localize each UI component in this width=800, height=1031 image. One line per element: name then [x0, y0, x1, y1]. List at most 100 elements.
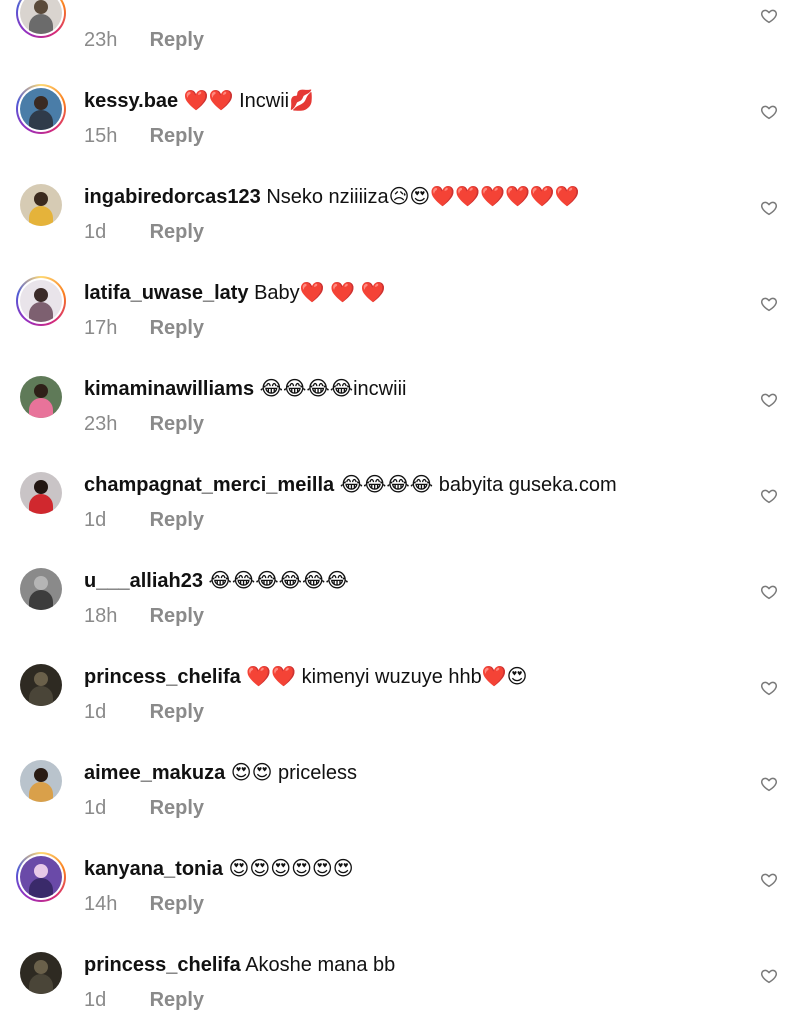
comment-text: ❤️❤️ Incwii💋 — [183, 90, 314, 112]
reply-button[interactable]: Reply — [150, 797, 204, 819]
avatar[interactable] — [16, 372, 66, 422]
reply-button[interactable]: Reply — [150, 413, 204, 435]
avatar-head — [34, 0, 48, 14]
heart-outline-icon[interactable] — [760, 295, 778, 313]
avatar-head — [34, 576, 48, 590]
comment-username[interactable]: kanyana_tonia — [84, 858, 223, 880]
comment-meta: 1d Reply — [84, 507, 204, 533]
comment-row: u___alliah23 😂😂😂😂😂😂 18h Reply — [0, 551, 800, 647]
reply-button[interactable]: Reply — [150, 317, 204, 339]
avatar-figure — [29, 686, 53, 706]
avatar-figure — [29, 398, 53, 418]
avatar[interactable] — [16, 852, 66, 902]
avatar[interactable] — [16, 0, 66, 38]
heart-outline-icon[interactable] — [760, 583, 778, 601]
avatar-head — [34, 288, 48, 302]
avatar-image — [20, 376, 62, 418]
avatar[interactable] — [16, 564, 66, 614]
avatar-figure — [29, 878, 53, 898]
avatar-ring — [16, 948, 66, 998]
comments-list: 23h Reply kessy.bae ❤️❤️ Incwii💋 15h Rep… — [0, 0, 800, 1031]
comment-username[interactable]: ingabiredorcas123 — [84, 186, 261, 208]
reply-button[interactable]: Reply — [150, 509, 204, 531]
reply-button[interactable]: Reply — [150, 989, 204, 1011]
heart-outline-icon[interactable] — [760, 199, 778, 217]
comment-timestamp: 18h — [84, 605, 118, 627]
heart-outline-icon[interactable] — [760, 775, 778, 793]
comment-text: Akoshe mana bb — [245, 954, 396, 976]
comment-body: princess_chelifa Akoshe mana bb — [84, 951, 395, 979]
comment-username[interactable]: princess_chelifa — [84, 954, 241, 976]
heart-outline-icon[interactable] — [760, 487, 778, 505]
avatar-figure — [29, 14, 53, 34]
avatar-figure — [29, 206, 53, 226]
comment-row: kanyana_tonia 😍😍😍😍😍😍 14h Reply — [0, 839, 800, 935]
comment-username[interactable]: kessy.bae — [84, 90, 178, 112]
comment-timestamp: 1d — [84, 221, 107, 243]
avatar-image — [20, 952, 62, 994]
reply-button[interactable]: Reply — [150, 29, 204, 51]
comment-text: 😍😍😍😍😍😍 — [228, 858, 354, 880]
avatar-head — [34, 192, 48, 206]
avatar-image — [20, 0, 62, 34]
avatar[interactable] — [16, 660, 66, 710]
avatar[interactable] — [16, 180, 66, 230]
comment-body: aimee_makuza 😍😍 priceless — [84, 759, 357, 787]
heart-outline-icon[interactable] — [760, 967, 778, 985]
avatar[interactable] — [16, 468, 66, 518]
comment-meta: 15h Reply — [84, 123, 204, 149]
comment-body: latifa_uwase_laty Baby❤️ ❤️ ❤️ — [84, 279, 386, 307]
reply-button[interactable]: Reply — [150, 605, 204, 627]
avatar-image — [20, 280, 62, 322]
comment-row: champagnat_merci_meilla 😂😂😂😂 babyita gus… — [0, 455, 800, 551]
comment-text: ❤️❤️ kimenyi wuzuye hhb❤️😍 — [246, 666, 528, 688]
heart-outline-icon[interactable] — [760, 679, 778, 697]
comment-body: kimaminawilliams 😂😂😂😂incwiii — [84, 375, 406, 403]
reply-button[interactable]: Reply — [150, 893, 204, 915]
comment-username[interactable]: aimee_makuza — [84, 762, 225, 784]
comment-text: 😂😂😂😂 babyita guseka.com — [339, 474, 617, 496]
comment-meta: 18h Reply — [84, 603, 204, 629]
heart-outline-icon[interactable] — [760, 7, 778, 25]
heart-outline-icon[interactable] — [760, 391, 778, 409]
avatar-figure — [29, 302, 53, 322]
avatar[interactable] — [16, 756, 66, 806]
avatar[interactable] — [16, 948, 66, 998]
avatar-image — [20, 88, 62, 130]
comment-timestamp: 1d — [84, 797, 107, 819]
comment-timestamp: 14h — [84, 893, 118, 915]
comment-body: kanyana_tonia 😍😍😍😍😍😍 — [84, 855, 354, 883]
reply-button[interactable]: Reply — [150, 701, 204, 723]
comment-row: ingabiredorcas123 Nseko nziiiiza😥😍❤️❤️❤️… — [0, 167, 800, 263]
heart-outline-icon[interactable] — [760, 103, 778, 121]
avatar-ring — [16, 84, 66, 134]
comment-username[interactable]: champagnat_merci_meilla — [84, 474, 334, 496]
comment-username[interactable]: kimaminawilliams — [84, 378, 254, 400]
comment-meta: 14h Reply — [84, 891, 204, 917]
comment-row: 23h Reply — [0, 0, 800, 71]
comment-meta: 23h Reply — [84, 27, 204, 53]
avatar-image — [20, 568, 62, 610]
comment-username[interactable]: latifa_uwase_laty — [84, 282, 249, 304]
comment-meta: 1d Reply — [84, 699, 204, 725]
comment-timestamp: 23h — [84, 413, 118, 435]
comment-username[interactable]: u___alliah23 — [84, 570, 203, 592]
comment-body: ingabiredorcas123 Nseko nziiiiza😥😍❤️❤️❤️… — [84, 183, 580, 211]
comment-row: princess_chelifa ❤️❤️ kimenyi wuzuye hhb… — [0, 647, 800, 743]
avatar-figure — [29, 782, 53, 802]
avatar-figure — [29, 494, 53, 514]
comment-meta: 1d Reply — [84, 795, 204, 821]
avatar-ring — [16, 276, 66, 326]
avatar[interactable] — [16, 276, 66, 326]
comment-text: 😂😂😂😂incwiii — [259, 378, 407, 400]
avatar[interactable] — [16, 84, 66, 134]
reply-button[interactable]: Reply — [150, 125, 204, 147]
avatar-head — [34, 960, 48, 974]
avatar-ring — [16, 372, 66, 422]
comment-text: Nseko nziiiiza😥😍❤️❤️❤️❤️❤️❤️ — [266, 186, 580, 208]
reply-button[interactable]: Reply — [150, 221, 204, 243]
avatar-image — [20, 472, 62, 514]
heart-outline-icon[interactable] — [760, 871, 778, 889]
comment-username[interactable]: princess_chelifa — [84, 666, 241, 688]
comment-body: kessy.bae ❤️❤️ Incwii💋 — [84, 87, 314, 115]
